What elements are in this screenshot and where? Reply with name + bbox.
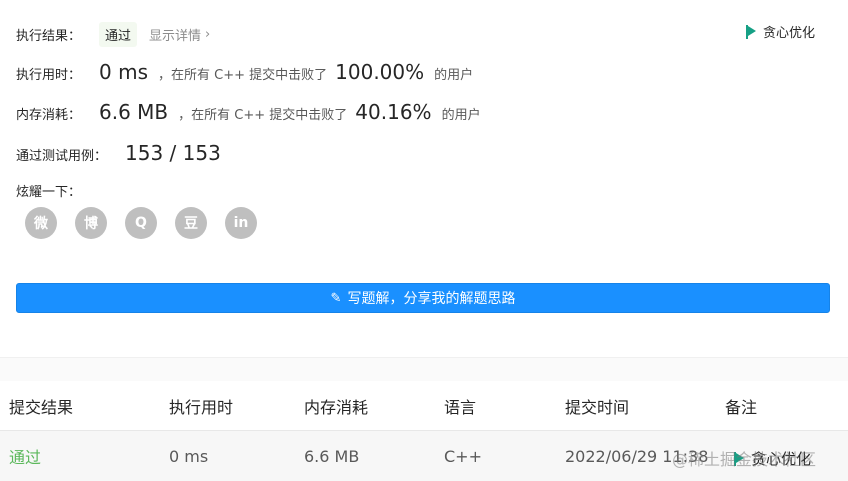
runtime-text: ，在所有 C++ 提交中击败了 <box>158 68 328 83</box>
row-runtime: 0 ms <box>169 446 209 466</box>
memory-text: ，在所有 C++ 提交中击败了 <box>178 108 348 123</box>
header-language: 语言 <box>444 398 477 417</box>
memory-percent: 40.16% <box>355 100 432 124</box>
testcases-label: 通过测试用例： <box>16 149 108 164</box>
chevron-right-icon: › <box>205 27 211 42</box>
header-submit-time: 提交时间 <box>565 398 630 417</box>
note-tag-label: 贪心优化 <box>762 26 815 41</box>
submissions-table-header: 提交结果 执行用时 内存消耗 语言 提交时间 备注 <box>0 381 848 431</box>
write-solution-label: 写题解，分享我的解题思路 <box>347 291 516 307</box>
show-details-link[interactable]: 显示详情 › <box>149 25 210 44</box>
runtime-suffix: 的用户 <box>434 68 474 83</box>
watermark: @稀土掘金技术社区 <box>672 450 817 469</box>
weibo-icon[interactable]: 博 <box>75 207 107 239</box>
qq-icon[interactable]: Q <box>125 207 157 239</box>
write-solution-button[interactable]: ✎ 写题解，分享我的解题思路 <box>16 283 830 313</box>
row-language: C++ <box>444 446 482 466</box>
linkedin-icon[interactable]: in <box>225 207 257 239</box>
memory-value: 6.6 MB <box>99 100 169 124</box>
douban-icon[interactable]: 豆 <box>175 207 207 239</box>
result-row: 执行结果： 通过 显示详情 › <box>16 22 210 47</box>
testcases-row: 通过测试用例： 153 / 153 <box>16 141 231 165</box>
flag-icon <box>745 24 757 39</box>
note-tag[interactable]: 贪心优化 <box>745 22 815 41</box>
pencil-icon: ✎ <box>330 290 342 306</box>
result-label: 执行结果： <box>16 29 82 44</box>
header-result: 提交结果 <box>9 398 74 417</box>
share-label: 炫耀一下： <box>16 185 82 200</box>
header-note: 备注 <box>725 398 758 417</box>
header-runtime: 执行用时 <box>169 398 234 417</box>
runtime-percent: 100.00% <box>335 60 425 84</box>
share-buttons: 微 博 Q 豆 in <box>25 207 257 239</box>
row-result-link[interactable]: 通过 <box>9 431 41 481</box>
memory-suffix: 的用户 <box>441 108 481 123</box>
header-memory: 内存消耗 <box>304 398 369 417</box>
runtime-label: 执行用时： <box>16 68 82 83</box>
runtime-value: 0 ms <box>99 60 148 84</box>
testcases-value: 153 / 153 <box>125 141 221 165</box>
memory-label: 内存消耗： <box>16 108 82 123</box>
status-badge: 通过 <box>99 22 138 47</box>
memory-row: 内存消耗： 6.6 MB ，在所有 C++ 提交中击败了 40.16% 的用户 <box>16 100 481 124</box>
runtime-row: 执行用时： 0 ms ，在所有 C++ 提交中击败了 100.00% 的用户 <box>16 60 473 84</box>
show-details-label: 显示详情 <box>149 29 202 44</box>
wechat-icon[interactable]: 微 <box>25 207 57 239</box>
row-memory: 6.6 MB <box>304 446 360 466</box>
section-divider <box>0 357 848 381</box>
